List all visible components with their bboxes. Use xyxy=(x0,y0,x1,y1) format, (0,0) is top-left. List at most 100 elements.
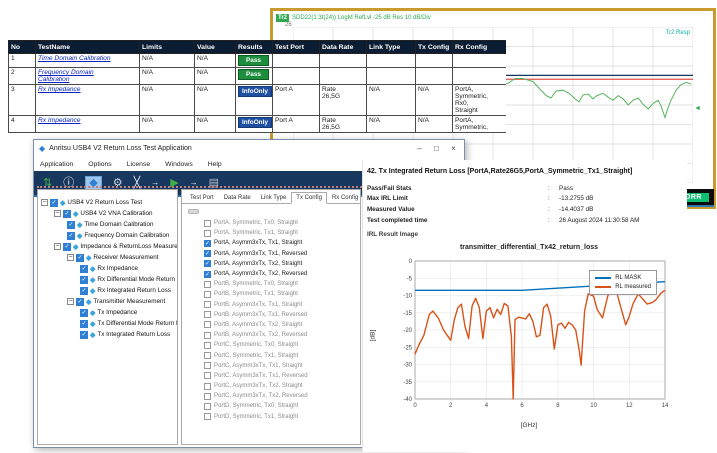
checkbox-unchecked-icon[interactable] xyxy=(204,291,211,298)
column-header: Link Type xyxy=(367,41,416,54)
data-rate-cell: Rate 26,5G xyxy=(320,85,367,116)
collapse-expander-icon[interactable]: − xyxy=(67,254,74,261)
checkbox-checked-icon[interactable]: ✓ xyxy=(80,309,88,317)
checkbox-checked-icon[interactable]: ✓ xyxy=(50,199,58,207)
test-name-link[interactable]: Frequency Domain Calibration xyxy=(38,69,94,83)
config-option[interactable]: PortC, Asymm3xTx, Tx1, Reversed xyxy=(182,371,360,381)
config-options-list: PortA, Symmetric, Tx0, StraightPortA, Sy… xyxy=(182,218,360,422)
tree-item[interactable]: ✓◆Rx Impedance xyxy=(38,263,177,274)
config-option[interactable]: PortB, Symmetric, Tx0, Straight xyxy=(182,279,360,289)
checkbox-checked-icon[interactable]: ✓ xyxy=(204,250,211,257)
tree-item[interactable]: −✓◆USB4 V2 Return Loss Test xyxy=(38,197,177,208)
checkbox-unchecked-icon[interactable] xyxy=(204,321,211,328)
config-option[interactable]: PortD, Symmetric, Tx1, Straight xyxy=(182,412,360,422)
checkbox-checked-icon[interactable]: ✓ xyxy=(80,287,88,295)
maximize-button[interactable]: □ xyxy=(428,142,445,156)
group-collapse-handle[interactable] xyxy=(188,209,199,214)
checkbox-unchecked-icon[interactable] xyxy=(204,332,211,339)
tree-item[interactable]: ✓◆Frequency Domain Calibration xyxy=(38,230,177,241)
menu-help[interactable]: Help xyxy=(202,161,231,168)
checkbox-checked-icon[interactable]: ✓ xyxy=(80,276,88,284)
checkbox-unchecked-icon[interactable] xyxy=(204,281,211,288)
checkbox-checked-icon[interactable]: ✓ xyxy=(63,210,71,218)
config-option[interactable]: PortB, Asymm3xTx, Tx2, Reversed xyxy=(182,330,360,340)
checkbox-unchecked-icon[interactable] xyxy=(204,413,211,420)
config-option[interactable]: PortB, Asymm3xTx, Tx1, Straight xyxy=(182,300,360,310)
config-option[interactable]: PortD, Symmetric, Tx0, Straight xyxy=(182,401,360,411)
tree-item-label: USB4 V2 Return Loss Test xyxy=(67,199,142,206)
checkbox-unchecked-icon[interactable] xyxy=(204,383,211,390)
config-option[interactable]: PortC, Symmetric, Tx1, Straight xyxy=(182,350,360,360)
menu-license[interactable]: License xyxy=(121,161,159,168)
checkbox-checked-icon[interactable]: ✓ xyxy=(204,260,211,267)
config-option-label: PortC, Asymm3xTx, Tx1, Reversed xyxy=(214,373,308,379)
checkbox-checked-icon[interactable]: ✓ xyxy=(204,271,211,278)
checkbox-unchecked-icon[interactable] xyxy=(204,311,211,318)
config-option[interactable]: PortC, Asymm3xTx, Tx1, Straight xyxy=(182,361,360,371)
config-option[interactable]: ✓PortA, Asymm3xTx, Tx2, Reversed xyxy=(182,269,360,279)
collapse-expander-icon[interactable]: − xyxy=(54,210,61,217)
tab-rx-config[interactable]: Rx Config xyxy=(327,192,361,203)
tree-item[interactable]: ✓◆Time Domain Calibration xyxy=(38,219,177,230)
checkbox-unchecked-icon[interactable] xyxy=(204,230,211,237)
collapse-expander-icon[interactable]: − xyxy=(67,298,74,305)
tree-item[interactable]: ✓◆Tx Differential Mode Return Loss xyxy=(38,318,177,329)
checkbox-unchecked-icon[interactable] xyxy=(204,372,211,379)
screen: Tr2 SDD22(1:3t(24)) LogM RefLvl -25 dB R… xyxy=(0,0,717,453)
config-option[interactable]: PortC, Asymm3xTx, Tx2, Reversed xyxy=(182,391,360,401)
config-option[interactable]: ✓PortA, Asymm3xTx, Tx2, Straight xyxy=(182,259,360,269)
checkbox-checked-icon[interactable]: ✓ xyxy=(76,254,84,262)
title-bar[interactable]: ◆ Anritsu USB4 V2 Return Loss Test Appli… xyxy=(34,140,464,157)
test-name-link[interactable]: Rx Impedance xyxy=(38,86,81,93)
checkbox-checked-icon[interactable]: ✓ xyxy=(80,331,88,339)
tree-item[interactable]: −✓◆Impedance & ReturnLoss Measurement xyxy=(38,241,177,252)
tab-test-port[interactable]: Test Port xyxy=(185,192,219,203)
checkbox-checked-icon[interactable]: ✓ xyxy=(67,232,75,240)
test-name-link[interactable]: Time Domain Calibration xyxy=(38,55,111,62)
checkbox-checked-icon[interactable]: ✓ xyxy=(204,240,211,247)
checkbox-unchecked-icon[interactable] xyxy=(204,403,211,410)
checkbox-checked-icon[interactable]: ✓ xyxy=(76,298,84,306)
menu-windows[interactable]: Windows xyxy=(159,161,202,168)
config-option[interactable]: PortC, Asymm3xTx, Tx2, Straight xyxy=(182,381,360,391)
config-option[interactable]: ✓PortA, Asymm3xTx, Tx1, Reversed xyxy=(182,249,360,259)
tree-item[interactable]: ✓◆Rx Integrated Return Loss xyxy=(38,285,177,296)
test-name-link[interactable]: Rx Impedance xyxy=(38,117,81,124)
menu-application[interactable]: Application xyxy=(34,161,82,168)
tree-item[interactable]: ✓◆Tx Impedance xyxy=(38,307,177,318)
tree-item[interactable]: −✓◆Transmitter Measurement xyxy=(38,296,177,307)
config-option[interactable]: PortB, Asymm3xTx, Tx2, Straight xyxy=(182,320,360,330)
config-option[interactable]: PortC, Symmetric, Tx0, Straight xyxy=(182,340,360,350)
tree-item[interactable]: ✓◆Tx Integrated Return Loss xyxy=(38,329,177,340)
tree-item[interactable]: −✓◆Receiver Measurement xyxy=(38,252,177,263)
checkbox-checked-icon[interactable]: ✓ xyxy=(80,320,88,328)
config-option[interactable]: PortB, Asymm3xTx, Tx1, Reversed xyxy=(182,310,360,320)
config-option[interactable]: ✓PortA, Asymm3xTx, Tx1, Straight xyxy=(182,238,360,248)
checkbox-unchecked-icon[interactable] xyxy=(204,352,211,359)
results-cell: Pass xyxy=(236,68,273,85)
test-port-cell xyxy=(273,54,320,68)
menu-options[interactable]: Options xyxy=(82,161,120,168)
collapse-expander-icon[interactable]: − xyxy=(41,199,48,206)
config-option[interactable]: PortA, Symmetric, Tx0, Straight xyxy=(182,218,360,228)
collapse-expander-icon[interactable]: − xyxy=(54,243,61,250)
tree-item-label: Rx Integrated Return Loss xyxy=(97,287,171,294)
minimize-button[interactable]: – xyxy=(411,142,428,156)
tree-item[interactable]: ✓◆Rx Differential Mode Return Loss xyxy=(38,274,177,285)
checkbox-unchecked-icon[interactable] xyxy=(204,220,211,227)
checkbox-unchecked-icon[interactable] xyxy=(204,342,211,349)
close-button[interactable]: × xyxy=(445,142,462,156)
tab-tx-config[interactable]: Tx Config xyxy=(291,192,327,204)
config-option[interactable]: PortB, Symmetric, Tx1, Straight xyxy=(182,289,360,299)
tab-link-type[interactable]: Link Type xyxy=(256,192,292,203)
checkbox-unchecked-icon[interactable] xyxy=(204,301,211,308)
tab-data-rate[interactable]: Data Rate xyxy=(219,192,256,203)
config-option[interactable]: PortA, Symmetric, Tx1, Straight xyxy=(182,228,360,238)
tree-item[interactable]: −✓◆USB4 V2 VNA Calibration xyxy=(38,208,177,219)
tree-item-label: Transmitter Measurement xyxy=(93,298,165,305)
checkbox-checked-icon[interactable]: ✓ xyxy=(67,221,75,229)
checkbox-unchecked-icon[interactable] xyxy=(204,393,211,400)
checkbox-unchecked-icon[interactable] xyxy=(204,362,211,369)
checkbox-checked-icon[interactable]: ✓ xyxy=(80,265,88,273)
checkbox-checked-icon[interactable]: ✓ xyxy=(63,243,71,251)
